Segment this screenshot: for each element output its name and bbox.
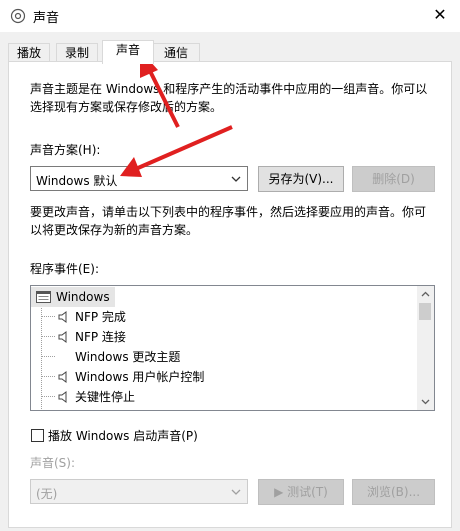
annotation-arrow-shaft — [137, 125, 233, 170]
annotation-arrows — [120, 50, 233, 177]
tab-sounds[interactable]: 声音 — [102, 40, 154, 64]
annotation-arrow-shaft — [146, 66, 180, 128]
